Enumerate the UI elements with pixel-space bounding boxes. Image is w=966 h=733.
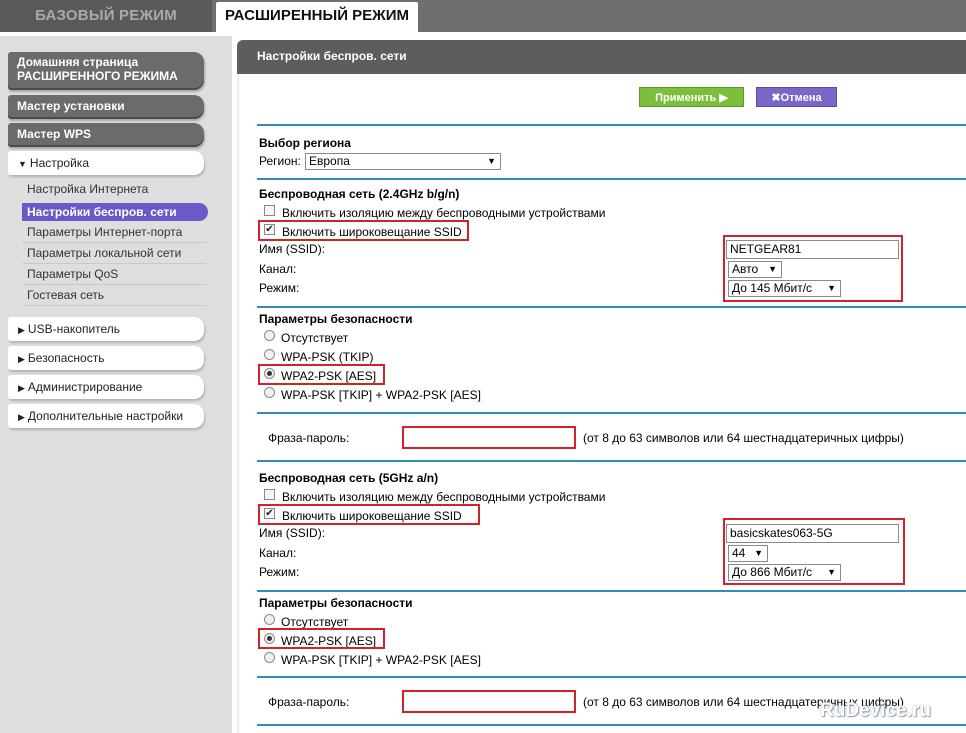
wifi24-sec-mixed-radio[interactable]	[264, 387, 275, 398]
section-divider	[257, 590, 966, 592]
wifi24-sec-none-label: Отсутствует	[281, 331, 349, 345]
cancel-button[interactable]: ✖Отмена	[756, 87, 837, 107]
wifi5-isolation-label: Включить изоляцию между беспроводными ус…	[282, 490, 606, 504]
sidebar-item-internet-setup[interactable]: Настройка Интернета	[27, 182, 148, 196]
region-select[interactable]: Европа ▼	[305, 153, 501, 170]
wifi24-passphrase-label: Фраза-пароль:	[268, 431, 350, 445]
wifi24-title: Беспроводная сеть (2.4GHz b/g/n)	[259, 187, 460, 201]
wifi5-isolation-checkbox[interactable]	[264, 489, 275, 500]
sidebar-setup-menu[interactable]: ▼ Настройка	[8, 151, 204, 175]
section-divider	[257, 178, 966, 180]
highlight-box	[723, 235, 903, 302]
sidebar-item-lan-settings[interactable]: Параметры локальной сети	[27, 246, 181, 260]
sidebar-security-menu[interactable]: ▶ Безопасность	[8, 346, 204, 370]
sidebar-item-qos[interactable]: Параметры QoS	[27, 267, 118, 281]
sidebar-divider	[22, 284, 206, 285]
region-title: Выбор региона	[259, 136, 351, 150]
tab-advanced-mode[interactable]: РАСШИРЕННЫЙ РЕЖИМ	[216, 2, 418, 32]
sidebar-usb-menu[interactable]: ▶ USB-накопитель	[8, 317, 204, 341]
sidebar-admin-label: Администрирование	[27, 380, 143, 394]
sidebar-divider	[22, 305, 206, 306]
wifi5-sec-none-label: Отсутствует	[281, 615, 349, 629]
sidebar-item-wan-port[interactable]: Параметры Интернет-порта	[27, 225, 182, 239]
section-divider	[257, 460, 966, 462]
play-icon: ▶	[719, 92, 728, 104]
wifi5-security-title: Параметры безопасности	[259, 596, 413, 610]
sidebar-home-line1: Домашняя страница	[17, 55, 139, 69]
cancel-button-label: Отмена	[780, 92, 822, 104]
section-divider	[257, 676, 966, 678]
sidebar-advanced-menu[interactable]: ▶ Дополнительные настройки	[8, 404, 204, 428]
region-label: Регион:	[259, 154, 301, 168]
sidebar-admin-menu[interactable]: ▶ Администрирование	[8, 375, 204, 399]
wifi24-sec-mixed-label: WPA-PSK [TKIP] + WPA2-PSK [AES]	[281, 388, 481, 402]
wifi5-passphrase-input[interactable]	[402, 690, 576, 713]
apply-button[interactable]: Применить ▶	[639, 87, 744, 107]
wifi24-channel-label: Канал:	[259, 262, 297, 276]
sidebar-setup-wizard-button[interactable]: Мастер установки	[8, 95, 204, 119]
sidebar-usb-label: USB-накопитель	[27, 322, 121, 336]
section-divider	[257, 124, 966, 126]
sidebar-home-button[interactable]: Домашняя страница РАСШИРЕННОГО РЕЖИМА	[8, 52, 204, 90]
watermark: RuDevice.ru	[820, 700, 931, 721]
triangle-right-icon: ▶	[18, 354, 25, 364]
close-icon: ✖	[771, 92, 781, 104]
triangle-down-icon: ▼	[18, 159, 27, 169]
highlight-box	[258, 504, 480, 525]
wifi5-mode-label: Режим:	[259, 565, 300, 579]
tab-basic-mode[interactable]: БАЗОВЫЙ РЕЖИМ	[0, 0, 212, 32]
wifi24-security-title: Параметры безопасности	[259, 312, 413, 326]
highlight-box	[258, 364, 385, 385]
sidebar-security-label: Безопасность	[27, 351, 105, 365]
highlight-box	[723, 518, 905, 585]
wifi5-ssid-label: Имя (SSID):	[259, 526, 326, 540]
section-divider	[257, 306, 966, 308]
sidebar-divider	[22, 242, 206, 243]
triangle-right-icon: ▶	[18, 325, 25, 335]
wifi5-sec-mixed-label: WPA-PSK [TKIP] + WPA2-PSK [AES]	[281, 653, 481, 667]
wifi24-isolation-checkbox[interactable]	[264, 205, 275, 216]
triangle-right-icon: ▶	[18, 412, 25, 422]
sidebar-home-line2: РАСШИРЕННОГО РЕЖИМА	[17, 69, 178, 83]
sidebar-item-guest-network[interactable]: Гостевая сеть	[27, 288, 104, 302]
wifi5-passphrase-label: Фраза-пароль:	[268, 695, 350, 709]
wifi24-sec-none-radio[interactable]	[264, 330, 275, 341]
sidebar-divider	[22, 263, 206, 264]
wifi24-sec-tkip-label: WPA-PSK (TKIP)	[281, 350, 374, 364]
wifi5-sec-none-radio[interactable]	[264, 614, 275, 625]
wifi24-passphrase-hint: (от 8 до 63 символов или 64 шестнадцатер…	[583, 431, 904, 445]
sidebar-setup-label: Настройка	[29, 156, 89, 170]
wifi5-channel-label: Канал:	[259, 546, 297, 560]
highlight-box	[258, 628, 385, 649]
sidebar-advanced-label: Дополнительные настройки	[27, 409, 184, 423]
section-divider	[257, 412, 966, 414]
highlight-box	[258, 220, 469, 241]
sidebar: Домашняя страница РАСШИРЕННОГО РЕЖИМА Ма…	[0, 36, 232, 733]
wifi5-title: Беспроводная сеть (5GHz a/n)	[259, 471, 439, 485]
apply-button-label: Применить	[655, 92, 717, 104]
wifi5-sec-mixed-radio[interactable]	[264, 652, 275, 663]
region-select-value: Европа	[309, 154, 350, 168]
triangle-right-icon: ▶	[18, 383, 25, 393]
wifi24-sec-tkip-radio[interactable]	[264, 349, 275, 360]
wifi24-ssid-label: Имя (SSID):	[259, 242, 326, 256]
chevron-down-icon: ▼	[487, 156, 496, 166]
wifi24-passphrase-input[interactable]	[402, 426, 576, 449]
page-title: Настройки беспров. сети	[237, 40, 966, 74]
wifi24-mode-label: Режим:	[259, 281, 300, 295]
sidebar-wps-wizard-button[interactable]: Мастер WPS	[8, 123, 204, 147]
sidebar-item-wireless-settings[interactable]: Настройки беспров. сети	[22, 203, 208, 221]
wifi24-isolation-label: Включить изоляцию между беспроводными ус…	[282, 206, 606, 220]
